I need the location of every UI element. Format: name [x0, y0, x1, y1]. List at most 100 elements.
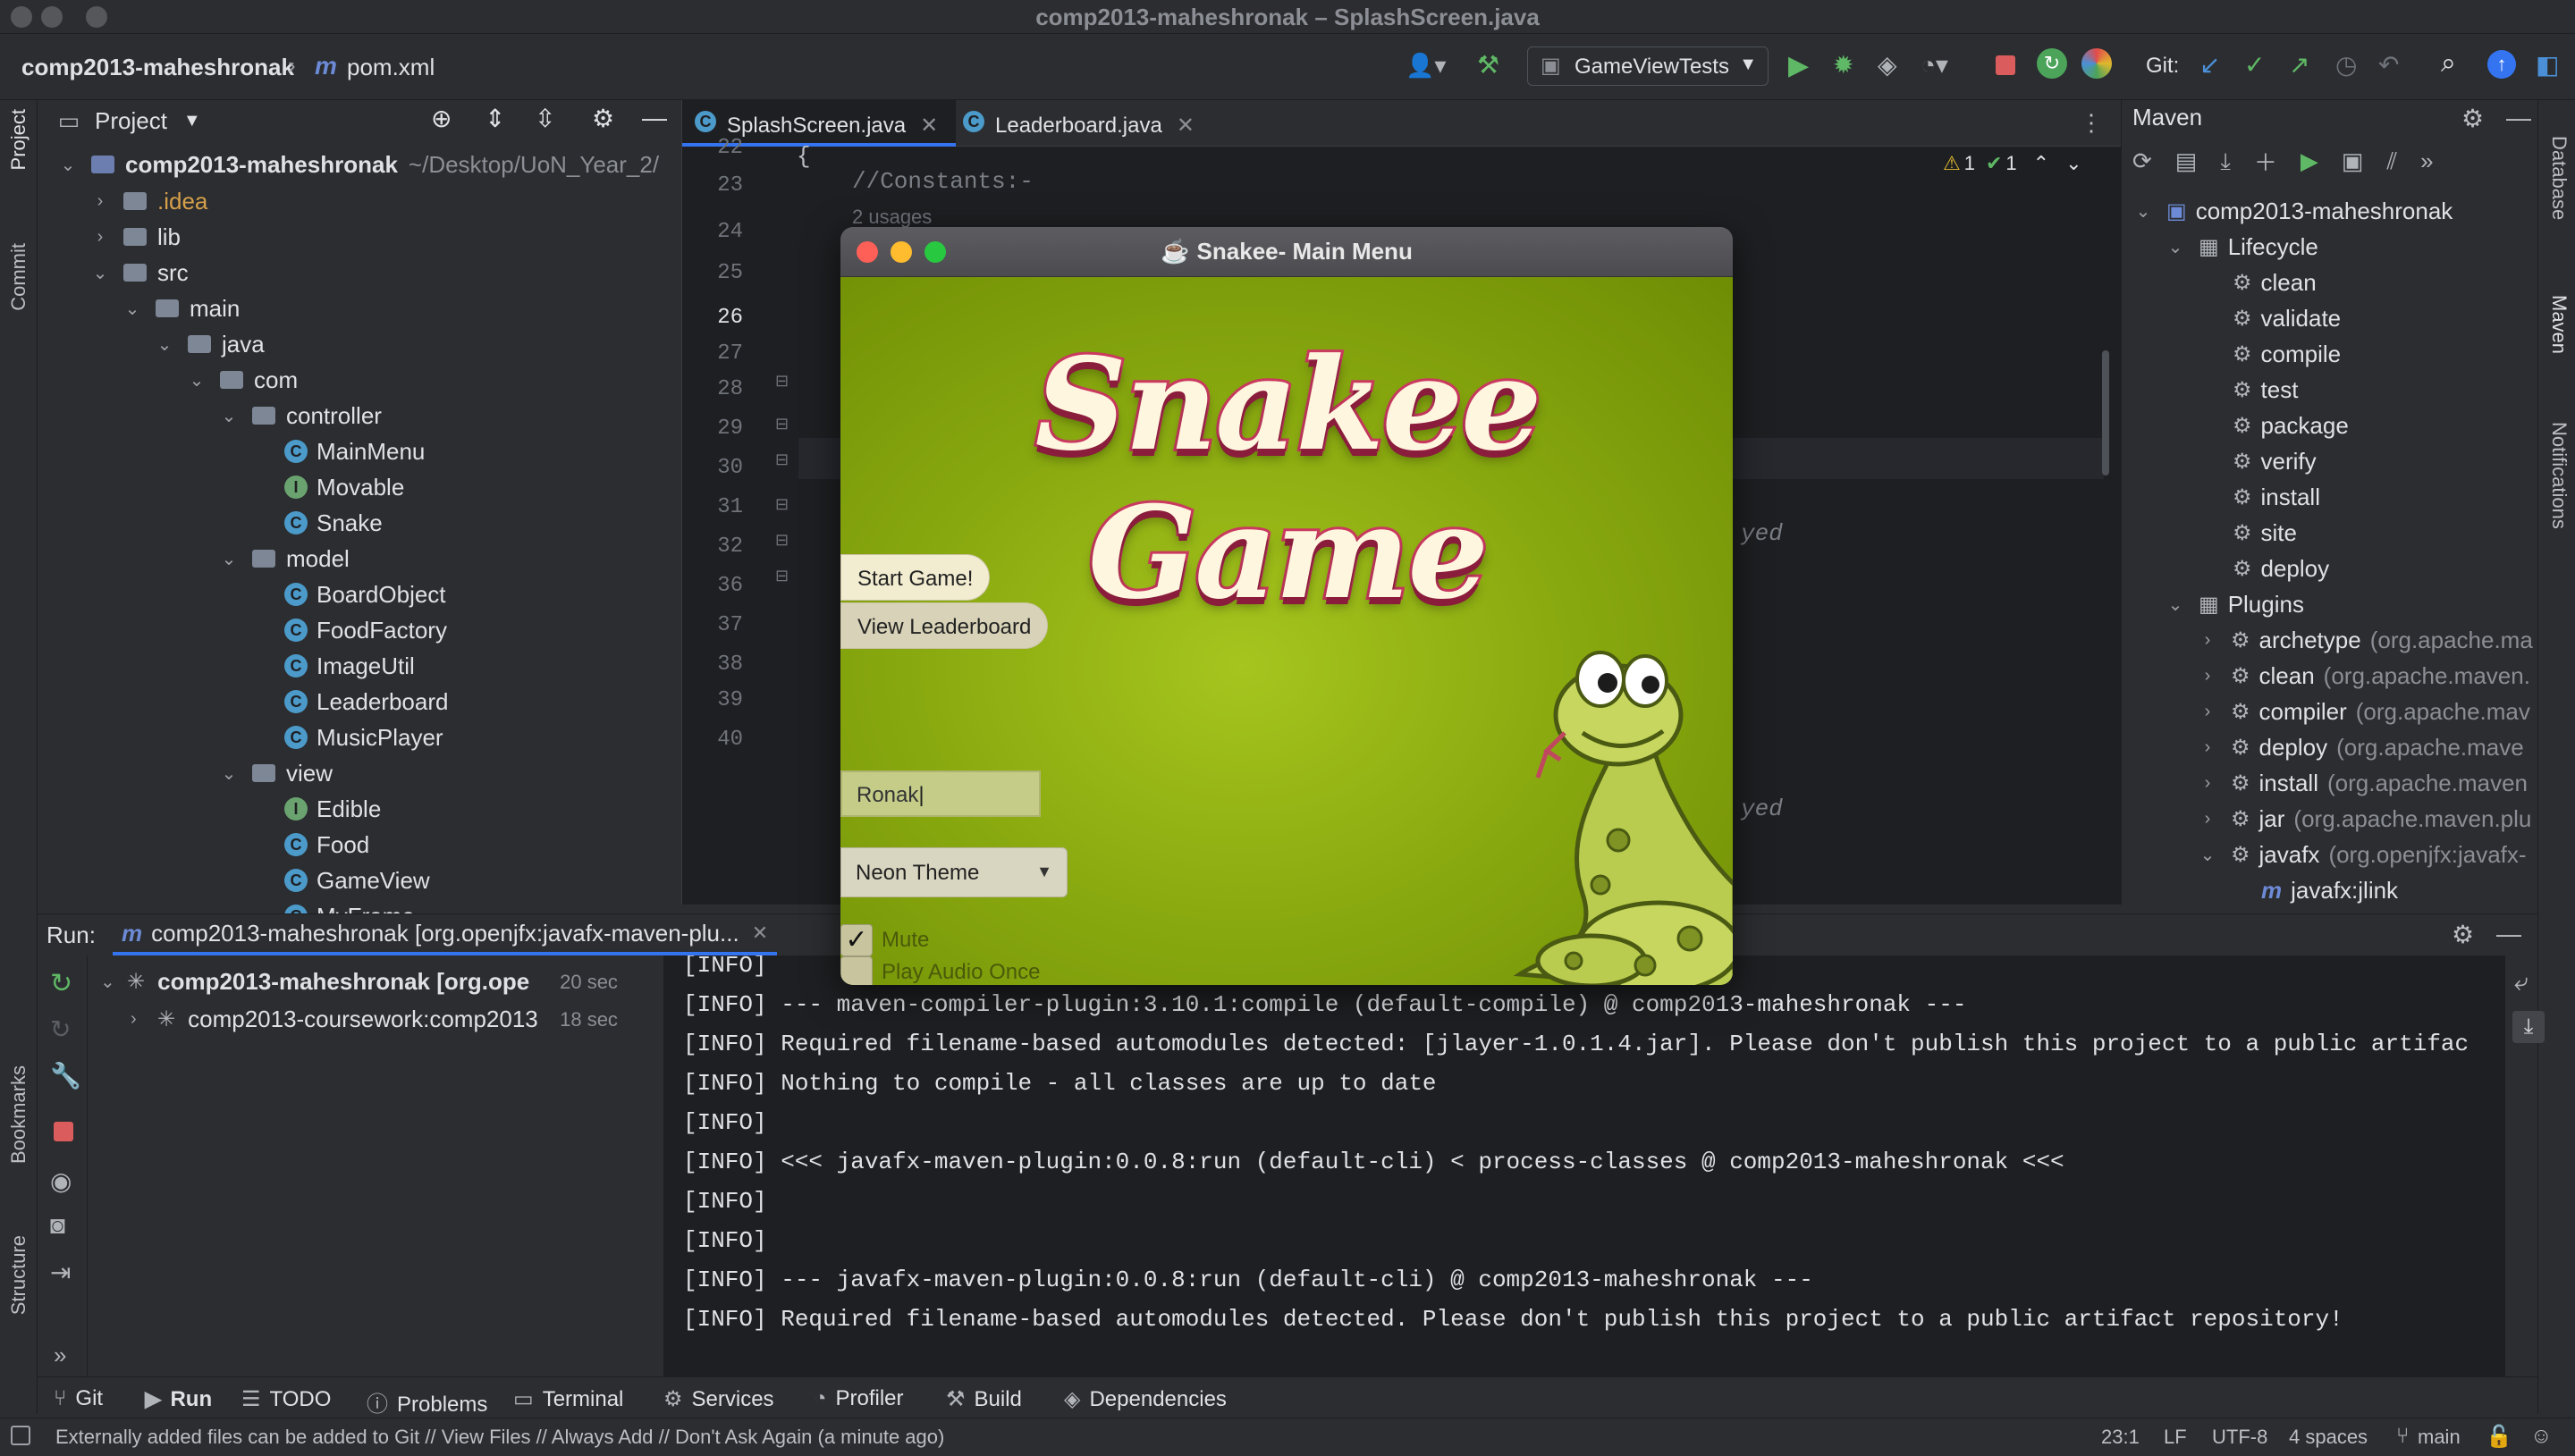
search-icon[interactable]: ⌕	[2441, 48, 2456, 79]
user-icon[interactable]: 👤▾	[1406, 52, 1446, 80]
bottom-tab-problems[interactable]: ⓘ Problems	[367, 1386, 487, 1418]
chevron-right-icon[interactable]: ›	[2197, 630, 2218, 651]
fold-marker-icon[interactable]: ⊟	[775, 415, 789, 433]
chevron-down-icon[interactable]: ⌄	[89, 262, 111, 284]
eye-icon[interactable]: ◉	[50, 1166, 72, 1196]
chevron-down-icon[interactable]: ⌄	[57, 154, 79, 176]
plugin-jar[interactable]: › ⚙ jar (org.apache.maven.plu	[2197, 801, 2532, 837]
tool-window-commit[interactable]: Commit	[7, 243, 30, 311]
bottom-tab-terminal[interactable]: ▭ Terminal	[513, 1386, 623, 1412]
tree-item-snake[interactable]: C Snake	[250, 505, 383, 541]
tool-window-bookmarks[interactable]: Bookmarks	[7, 1065, 30, 1164]
previous-highlight-icon[interactable]: ⌃	[2033, 152, 2049, 175]
tree-item-leaderboard[interactable]: C Leaderboard	[250, 684, 448, 720]
expand-all-icon[interactable]: ⇕	[485, 104, 505, 133]
plugin-install[interactable]: › ⚙ install (org.apache.maven	[2197, 765, 2528, 801]
git-push-icon[interactable]: ↗	[2289, 50, 2309, 80]
tool-window-notifications[interactable]: Notifications	[2547, 422, 2571, 529]
tree-item-com[interactable]: ⌄ com	[186, 362, 299, 398]
bottom-tab-git[interactable]: ⑂ Git	[54, 1386, 103, 1411]
plugin-clean[interactable]: › ⚙ clean (org.apache.maven.	[2197, 658, 2530, 694]
tree-item-foodfactory[interactable]: C FoodFactory	[250, 612, 447, 648]
gear-icon[interactable]: ⚙	[592, 104, 614, 133]
hide-panel-icon[interactable]: —	[2496, 920, 2521, 948]
tree-item-food[interactable]: C Food	[250, 827, 369, 863]
stop-icon[interactable]	[54, 1122, 73, 1141]
project-panel-title[interactable]: Project	[95, 107, 167, 135]
wrench-icon[interactable]: 🔧	[50, 1061, 81, 1090]
bottom-tab-dependencies[interactable]: ◈ Dependencies	[1064, 1386, 1227, 1412]
tree-item-lib[interactable]: › lib	[89, 219, 181, 255]
tree-item-edible[interactable]: I Edible	[250, 791, 381, 827]
collapse-all-icon[interactable]: ⇳	[535, 104, 555, 133]
usages-hint[interactable]: 2 usages	[852, 206, 932, 229]
tree-item-movable[interactable]: I Movable	[250, 469, 404, 505]
view-leaderboard-button[interactable]: View Leaderboard	[840, 602, 1049, 649]
build-hammer-icon[interactable]: ⚒	[1477, 50, 1499, 80]
maven-plugins[interactable]: ⌄ ▦ Plugins	[2165, 586, 2304, 622]
tree-item-view[interactable]: ⌄ view	[218, 755, 333, 791]
tree-item-model[interactable]: ⌄ model	[218, 541, 350, 577]
fold-marker-icon[interactable]: ⊟	[775, 450, 789, 469]
tree-item-boardobject[interactable]: C BoardObject	[250, 577, 446, 612]
plugin-compiler[interactable]: › ⚙ compiler (org.apache.mav	[2197, 694, 2530, 729]
debug-icon[interactable]: ✹	[1833, 50, 1853, 80]
plugin-archetype[interactable]: › ⚙ archetype (org.apache.ma	[2197, 622, 2533, 658]
chevron-down-icon[interactable]: ⌄	[186, 369, 207, 391]
tree-item-gameview[interactable]: C GameView	[250, 863, 430, 898]
tree-item-controller[interactable]: ⌄ controller	[218, 398, 382, 433]
tree-item-java[interactable]: ⌄ java	[154, 326, 265, 362]
ide-update-icon[interactable]: ↑	[2487, 50, 2516, 79]
more-icon[interactable]: »	[54, 1342, 66, 1369]
caret-position[interactable]: 23:1	[2101, 1426, 2140, 1449]
fold-marker-icon[interactable]: ⊟	[775, 495, 789, 514]
tree-item-musicplayer[interactable]: C MusicPlayer	[250, 720, 443, 755]
camera-icon[interactable]: ◙	[50, 1211, 65, 1240]
chevron-down-icon[interactable]: ⌄	[122, 298, 143, 320]
tool-window-project[interactable]: Project	[7, 109, 30, 170]
lock-icon[interactable]: 🔓	[2486, 1424, 2512, 1450]
more-tabs-icon[interactable]: ⋮	[2080, 109, 2103, 137]
fold-marker-icon[interactable]: ⊟	[775, 567, 789, 585]
chevron-down-icon[interactable]: ⌄	[218, 548, 240, 570]
chevron-right-icon[interactable]: ›	[2197, 737, 2218, 758]
lifecycle-test[interactable]: ⚙ test	[2233, 372, 2298, 408]
play-audio-once-checkbox[interactable]	[840, 956, 873, 985]
git-commit-icon[interactable]: ✓	[2244, 50, 2265, 80]
tree-item-src[interactable]: ⌄ src	[89, 255, 189, 290]
lifecycle-validate[interactable]: ⚙ validate	[2233, 300, 2341, 336]
indent-setting[interactable]: 4 spaces	[2289, 1426, 2368, 1449]
notifications-icon[interactable]: ☺	[2530, 1424, 2553, 1449]
git-branch[interactable]: main	[2418, 1426, 2461, 1449]
bottom-tab-todo[interactable]: ☰ TODO	[241, 1386, 331, 1412]
line-separator[interactable]: LF	[2164, 1426, 2187, 1449]
chevron-right-icon[interactable]: ›	[2197, 666, 2218, 686]
fold-marker-icon[interactable]: ⊟	[775, 531, 789, 550]
chevron-down-icon[interactable]: ⌄	[2132, 200, 2154, 223]
tab-leaderboard[interactable]: C Leaderboard.java ✕	[950, 100, 1212, 147]
editor-scrollbar[interactable]	[2102, 350, 2109, 476]
plugin-javafx[interactable]: ⌄ ⚙ javafx (org.openjfx:javafx-	[2197, 837, 2527, 872]
run-tab[interactable]: m comp2013-maheshronak [org.openjfx:java…	[113, 914, 778, 955]
start-game-button[interactable]: Start Game!	[840, 554, 991, 601]
run-tree-item[interactable]: ⌄ ✳ comp2013-maheshronak [org.ope 20 sec	[100, 968, 618, 996]
next-highlight-icon[interactable]: ⌄	[2065, 152, 2081, 175]
lifecycle-compile[interactable]: ⚙ compile	[2233, 336, 2341, 372]
bottom-tab-run[interactable]: ▶ Run	[145, 1386, 212, 1412]
status-toggle-icon[interactable]	[11, 1426, 30, 1445]
inspection-widget[interactable]: ⚠ 1 ✔ 1 ⌃ ⌄	[1943, 152, 2082, 175]
run-icon[interactable]: ▶	[1788, 50, 1809, 81]
maven-root[interactable]: ⌄ ▣ comp2013-maheshronak	[2132, 193, 2453, 229]
lifecycle-deploy[interactable]: ⚙ deploy	[2233, 551, 2329, 586]
update-project-icon[interactable]: ↻	[2037, 48, 2067, 79]
chevron-right-icon[interactable]: ›	[89, 191, 111, 212]
gear-icon[interactable]: ⚙	[2452, 920, 2474, 949]
chevron-down-icon[interactable]: ⌄	[2197, 844, 2218, 866]
chevron-down-icon[interactable]: ⌄	[218, 762, 240, 785]
tool-window-maven[interactable]: Maven	[2547, 295, 2571, 354]
exit-icon[interactable]: ⇥	[50, 1258, 71, 1287]
tool-window-database[interactable]: Database	[2547, 136, 2571, 220]
tree-item-imageutil[interactable]: C ImageUtil	[250, 648, 415, 684]
tree-item-mainmenu[interactable]: C MainMenu	[250, 433, 425, 469]
bottom-tab-profiler[interactable]: ◔ Profiler	[814, 1386, 904, 1411]
